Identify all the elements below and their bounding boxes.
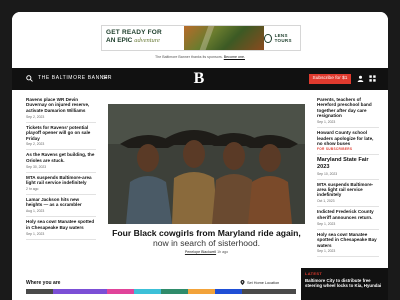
story-item[interactable]: Parents, teachers of Hereford preschool …: [317, 95, 379, 129]
hero-byline: Penelope Blackwell 1h ago: [108, 250, 305, 254]
latest-tag: LATEST: [305, 271, 323, 276]
strip-segment: [188, 289, 215, 294]
location-pin-icon: [240, 280, 245, 285]
story-date: 2 hr ago: [26, 187, 39, 192]
story-title[interactable]: Ravens place WR Devin Duvernay on injure…: [26, 97, 96, 113]
latest-panel[interactable]: LATEST Baltimore City to distribute free…: [301, 268, 388, 300]
story-item[interactable]: As the Ravens get building, the Orioles …: [26, 150, 96, 173]
story-date: Sep 1, 2023: [317, 120, 336, 125]
hero-headline[interactable]: Four Black cowgirls from Maryland ride a…: [108, 228, 305, 238]
ad-brand: LENS TOURS: [274, 33, 292, 43]
story-title[interactable]: Indicted Frederick County sheriff announ…: [317, 209, 379, 220]
story-item[interactable]: Indicted Frederick County sheriff announ…: [317, 207, 379, 230]
browser-window: GET READY FOR AN EPIC adventure LENS TOU…: [12, 12, 388, 300]
set-location-link[interactable]: Set Home Location: [240, 280, 279, 285]
story-date: Sep 2, 2023: [26, 114, 45, 119]
story-date: Sep 10, 2023: [317, 171, 338, 176]
story-title[interactable]: Tickets for Ravens’ potential playoff op…: [26, 125, 96, 141]
story-title[interactable]: MTA suspends Baltimore-area light rail s…: [317, 182, 379, 198]
story-date: Oct 1, 2023: [317, 199, 335, 204]
strip-segment: [134, 289, 161, 294]
story-item[interactable]: Lamar Jackson hits new heights — as a sc…: [26, 195, 96, 218]
story-title[interactable]: Lamar Jackson hits new heights — as a sc…: [26, 197, 96, 208]
ad-brand-area: LENS TOURS: [264, 26, 300, 50]
story-title[interactable]: Maryland State Fair 2023: [317, 157, 379, 170]
top-nav: THE BALTIMORE BANNER 54° B Subscribe for…: [12, 68, 388, 90]
strip-segment: [80, 289, 107, 294]
ad-photo: [184, 26, 264, 50]
hero-image[interactable]: [108, 104, 305, 224]
set-location-label[interactable]: Set Home Location: [247, 281, 279, 285]
latest-headline[interactable]: Baltimore City to distribute free steeri…: [305, 278, 384, 288]
story-item[interactable]: MTA suspends Baltimore-area light rail s…: [317, 180, 379, 208]
story-title[interactable]: Parents, teachers of Hereford preschool …: [317, 97, 379, 119]
story-title[interactable]: Howard County school leaders apologize f…: [317, 130, 379, 146]
hero-photo-illustration: [108, 104, 305, 224]
strip-segment: [242, 289, 269, 294]
subscriber-tag: FOR SUBSCRIBERS: [317, 147, 353, 152]
story-item[interactable]: Tickets for Ravens’ potential playoff op…: [26, 123, 96, 151]
subscribe-button[interactable]: Subscribe for $1: [309, 74, 351, 84]
where-label: Where you are: [26, 280, 61, 286]
ad-line-2-script: adventure: [134, 37, 160, 44]
story-item[interactable]: Howard County school leaders apologize f…: [317, 128, 379, 156]
menu-grid-icon[interactable]: [369, 75, 376, 82]
site-logo[interactable]: B: [192, 71, 206, 87]
story-item[interactable]: Ravens place WR Devin Duvernay on injure…: [26, 95, 96, 123]
ad-banner[interactable]: GET READY FOR AN EPIC adventure LENS TOU…: [101, 25, 301, 51]
user-icon[interactable]: [357, 75, 364, 82]
search-icon[interactable]: [26, 75, 33, 82]
story-item[interactable]: Holy sea cow! Manatee spotted in Chesape…: [317, 230, 379, 258]
story-item[interactable]: Maryland State Fair 2023 Sep 10, 2023: [317, 155, 379, 180]
strip-segment: [107, 289, 134, 294]
become-sponsor-link[interactable]: Become one.: [224, 55, 245, 59]
story-date: Aug 1, 2023: [26, 209, 45, 214]
story-title[interactable]: As the Ravens get building, the Orioles …: [26, 152, 96, 163]
strip-segment: [269, 289, 296, 294]
strip-segment: [26, 289, 53, 294]
story-date: Sep 30, 2023: [26, 164, 47, 169]
strip-segment: [53, 289, 80, 294]
strip-segment: [161, 289, 188, 294]
sponsor-note: The Baltimore Banner thanks its sponsors…: [12, 55, 388, 59]
story-title[interactable]: Holy sea cow! Manatee spotted in Chesape…: [317, 232, 379, 248]
author-link[interactable]: Penelope Blackwell: [185, 250, 216, 254]
strip-segment: [215, 289, 242, 294]
ad-line-1: GET READY FOR: [106, 29, 162, 36]
right-story-list: Parents, teachers of Hereford preschool …: [317, 95, 379, 258]
ad-area: GET READY FOR AN EPIC adventure LENS TOU…: [12, 12, 388, 68]
ad-logo-icon: [264, 33, 272, 43]
story-title[interactable]: MTA suspends Baltimore-area light rail s…: [26, 175, 96, 186]
hero-subheadline[interactable]: now in search of sisterhood.: [108, 238, 305, 248]
hero-time: 1h ago: [217, 250, 229, 254]
sponsor-note-text: The Baltimore Banner thanks its sponsors…: [155, 55, 223, 59]
story-item[interactable]: Holy sea cow! Manatee spotted in Chesape…: [26, 217, 96, 240]
ad-copy: GET READY FOR AN EPIC adventure: [102, 26, 184, 50]
color-strip: [26, 289, 296, 294]
story-date: Sep 2, 2023: [26, 142, 45, 147]
ad-line-2: AN EPIC adventure: [106, 37, 180, 45]
weather-readout: 54°: [102, 75, 110, 81]
ad-line-2-prefix: AN EPIC: [106, 37, 133, 44]
story-date: Sep 1, 2023: [317, 249, 336, 254]
story-date: Sep 1, 2023: [26, 231, 45, 236]
story-title[interactable]: Holy sea cow! Manatee spotted in Chesape…: [26, 219, 96, 230]
story-date: Sep 1, 2023: [317, 221, 336, 226]
story-item[interactable]: MTA suspends Baltimore-area light rail s…: [26, 173, 96, 196]
hero-caption: Four Black cowgirls from Maryland ride a…: [108, 228, 305, 254]
left-story-list: Ravens place WR Devin Duvernay on injure…: [26, 95, 96, 240]
